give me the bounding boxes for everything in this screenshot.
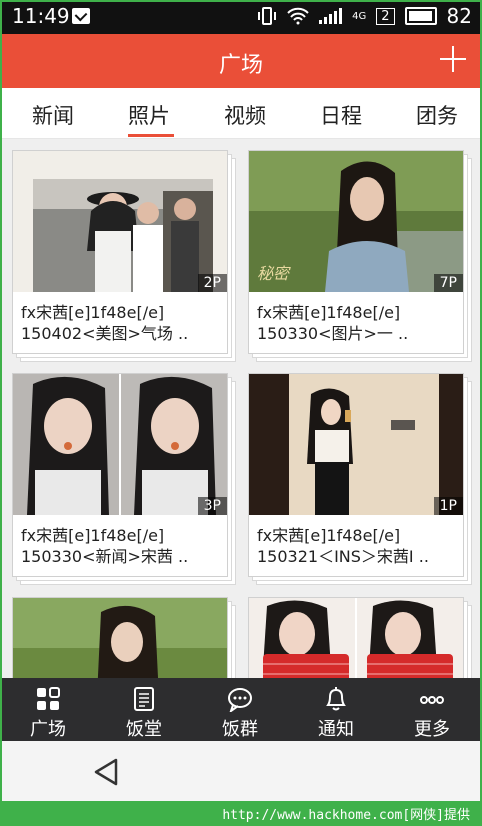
status-time: 11:49 <box>12 4 70 28</box>
nav-square[interactable]: 广场 <box>0 678 96 741</box>
photo-thumbnail: 秘密 7P <box>249 151 463 292</box>
photo-card[interactable]: 2P fx宋茜[e]1f48e[/e] 150402<美图>气场 .. <box>12 150 236 362</box>
photo-thumbnail: 1P <box>249 374 463 515</box>
battery-percent: 82 <box>446 4 472 28</box>
bell-icon <box>326 687 346 711</box>
battery-icon <box>404 7 437 25</box>
svg-text:秘密: 秘密 <box>257 264 291 283</box>
photo-thumbnail <box>13 598 227 678</box>
watermark-bar: http://www.hackhome.com[网侠]提供 <box>0 801 482 826</box>
active-tab-indicator <box>128 134 174 137</box>
message-notification-icon <box>72 8 90 24</box>
bottom-nav: 广场 饭堂 饭群 通知 更多 <box>0 678 482 741</box>
app-bar: 广场 <box>0 34 482 88</box>
photo-card[interactable] <box>12 597 236 678</box>
more-icon <box>420 696 444 704</box>
photo-count-badge: 7P <box>433 274 463 292</box>
nav-label: 更多 <box>414 719 450 740</box>
grid-icon <box>37 687 60 710</box>
tab-videos[interactable]: 视频 <box>224 100 266 130</box>
photo-thumbnail <box>249 598 463 678</box>
signal-icon <box>319 8 343 24</box>
post-title: 150321＜INS＞宋茜I .. <box>257 547 429 566</box>
tab-photos[interactable]: 照片 <box>128 100 170 130</box>
photo-thumbnail: 2P <box>13 151 227 292</box>
photo-grid: 2P fx宋茜[e]1f48e[/e] 150402<美图>气场 .. 秘密 7… <box>0 139 482 678</box>
post-title: 150330<新闻>宋茜 .. <box>21 547 189 566</box>
card-body: 1P fx宋茜[e]1f48e[/e] 150321＜INS＞宋茜I .. <box>248 373 464 577</box>
tab-news[interactable]: 新闻 <box>32 100 74 130</box>
card-body: 3P fx宋茜[e]1f48e[/e] 150330<新闻>宋茜 .. <box>12 373 228 577</box>
card-body: 秘密 7P fx宋茜[e]1f48e[/e] 150330<图片>一 .. <box>248 150 464 354</box>
card-body: 2P fx宋茜[e]1f48e[/e] 150402<美图>气场 .. <box>12 150 228 354</box>
system-nav-bar <box>0 741 482 801</box>
page-title: 广场 <box>218 53 263 78</box>
nav-label: 饭群 <box>222 719 258 740</box>
document-icon <box>134 687 154 711</box>
photo-card[interactable] <box>248 597 472 678</box>
network-type: 4G <box>352 10 367 22</box>
photo-card[interactable]: 秘密 7P fx宋茜[e]1f48e[/e] 150330<图片>一 .. <box>248 150 472 362</box>
nav-canteen[interactable]: 饭堂 <box>96 678 192 741</box>
nav-more[interactable]: 更多 <box>384 678 480 741</box>
status-icons: 4G 2 82 <box>257 4 472 28</box>
card-body <box>12 597 228 678</box>
card-body <box>248 597 464 678</box>
vibrate-icon <box>258 7 277 25</box>
sim-indicator: 2 <box>376 7 395 25</box>
post-title: 150330<图片>一 .. <box>257 324 409 343</box>
nav-fan-group[interactable]: 饭群 <box>192 678 288 741</box>
chat-bubble-icon <box>228 688 252 712</box>
photo-count-badge: 2P <box>197 274 227 292</box>
photo-count-badge: 3P <box>197 497 227 515</box>
back-icon[interactable] <box>92 757 120 787</box>
watermark-text: http://www.hackhome.com[网侠]提供 <box>222 808 470 823</box>
nav-label: 饭堂 <box>126 719 162 740</box>
status-bar: 11:49 4G 2 82 <box>0 0 482 34</box>
nav-label: 通知 <box>318 719 354 740</box>
category-tabs: 新闻 照片 视频 日程 团务 <box>0 88 482 139</box>
photo-thumbnail: 3P <box>13 374 227 515</box>
tab-group-affairs[interactable]: 团务 <box>416 100 458 130</box>
photo-count-badge: 1P <box>433 497 463 515</box>
tab-schedule[interactable]: 日程 <box>320 100 362 130</box>
nav-notifications[interactable]: 通知 <box>288 678 384 741</box>
nav-label: 广场 <box>30 719 66 740</box>
photo-card[interactable]: 1P fx宋茜[e]1f48e[/e] 150321＜INS＞宋茜I .. <box>248 373 472 585</box>
post-title: 150402<美图>气场 .. <box>21 324 189 343</box>
add-button[interactable] <box>438 44 468 74</box>
wifi-icon <box>287 7 309 25</box>
photo-card[interactable]: 3P fx宋茜[e]1f48e[/e] 150330<新闻>宋茜 .. <box>12 373 236 585</box>
